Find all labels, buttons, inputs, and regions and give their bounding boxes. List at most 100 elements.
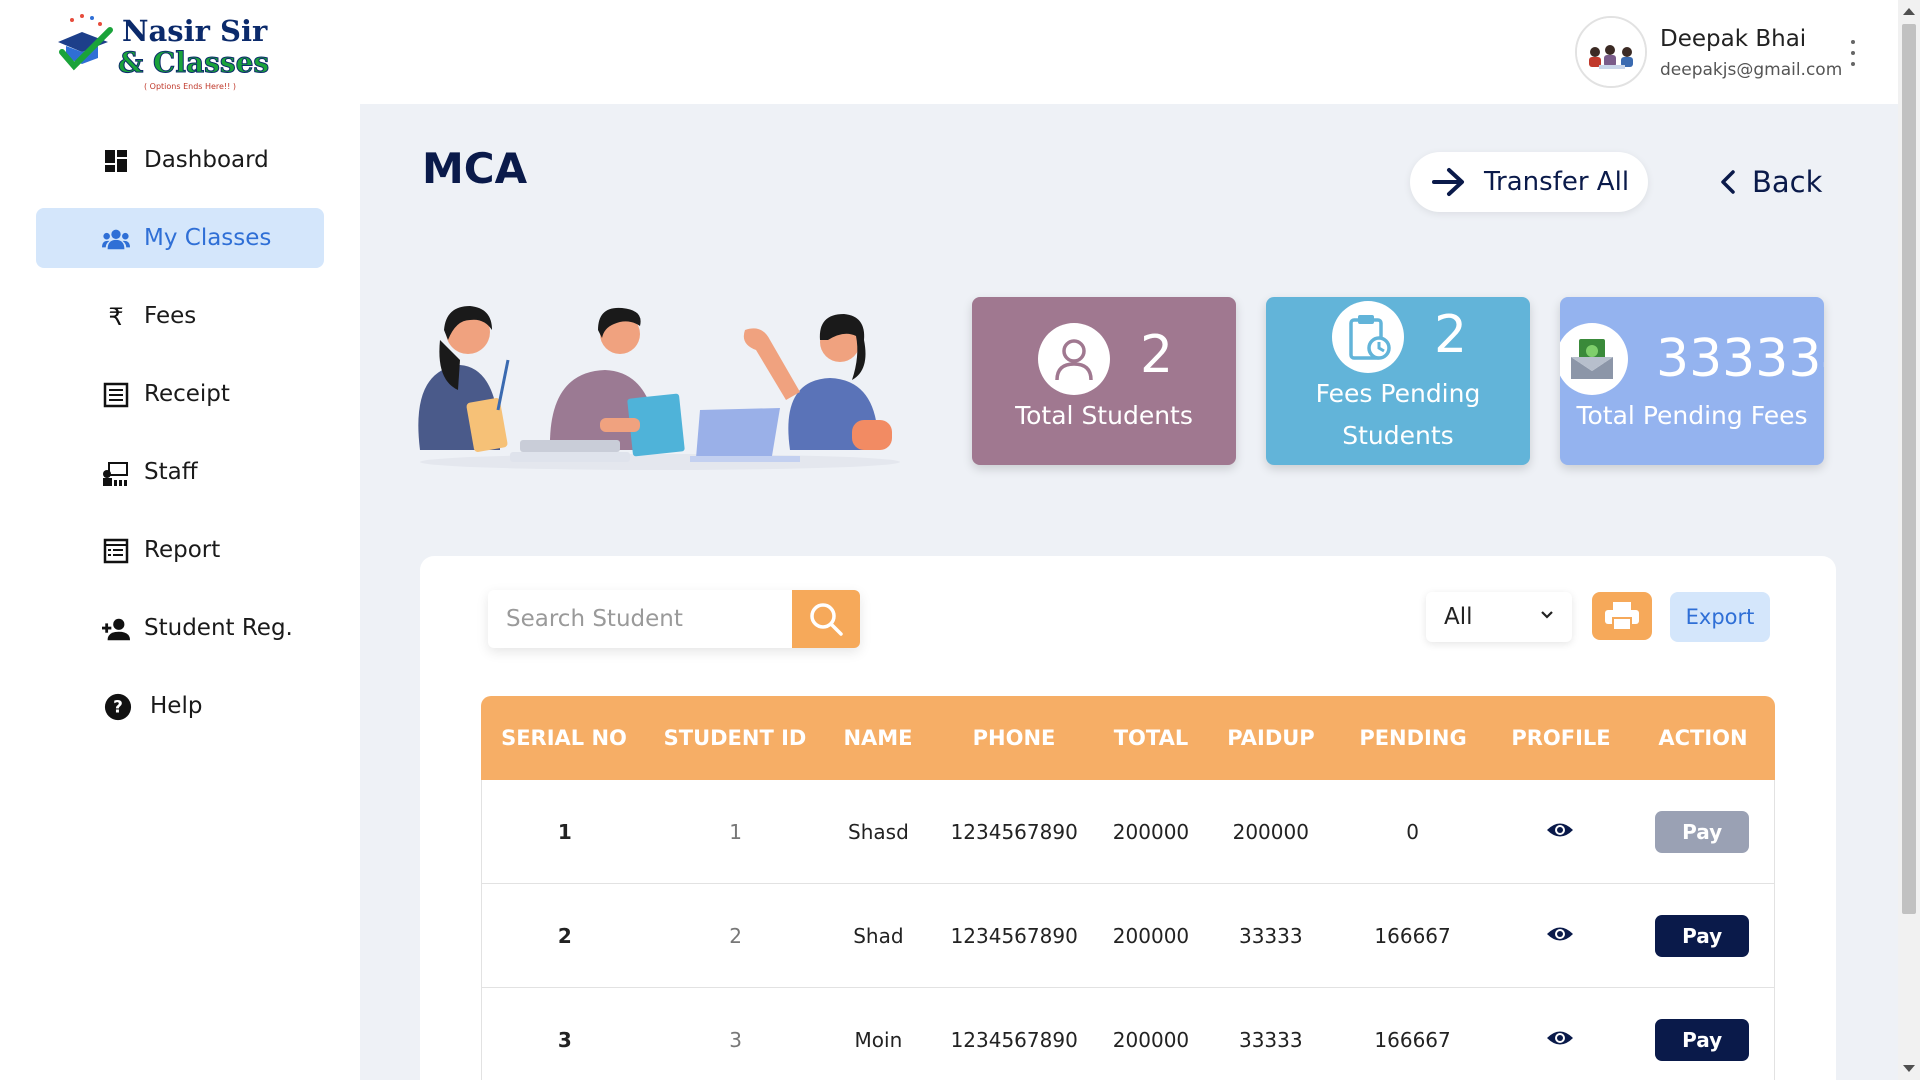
sidebar-item-student-reg[interactable]: Student Reg. bbox=[36, 598, 324, 658]
total-pending-fees-card: 333334 Total Pending Fees bbox=[1560, 297, 1824, 465]
column-header[interactable]: PROFILE bbox=[1491, 726, 1631, 750]
top-header bbox=[360, 0, 1898, 104]
eye-icon[interactable] bbox=[1546, 821, 1574, 839]
transfer-all-button[interactable]: Transfer All bbox=[1410, 152, 1648, 212]
sidebar-item-label: Dashboard bbox=[144, 147, 269, 173]
fees-pending-students-label-line2: Students bbox=[1342, 421, 1454, 450]
user-name: Deepak Bhai bbox=[1660, 26, 1807, 52]
search-box bbox=[488, 590, 860, 648]
sidebar-item-fees[interactable]: ₹ Fees bbox=[36, 286, 324, 346]
arrow-right-icon bbox=[1432, 168, 1464, 196]
total-cell: 200000 bbox=[1112, 923, 1190, 948]
scroll-down-arrow-icon[interactable] bbox=[1903, 1065, 1915, 1072]
scroll-up-arrow-icon[interactable] bbox=[1903, 8, 1915, 15]
serial-cell: 2 bbox=[557, 923, 572, 948]
sidebar-item-receipt[interactable]: Receipt bbox=[36, 364, 324, 424]
profile-cell bbox=[1490, 1028, 1630, 1052]
main-content: MCA Transfer All Back 2 Total Students 2… bbox=[360, 104, 1898, 1080]
table-row: 3 3 Moin 1234567890 200000 33333 166667 … bbox=[481, 988, 1775, 1080]
pending-cell: 166667 bbox=[1374, 923, 1451, 948]
fees-pending-students-value: 2 bbox=[1434, 305, 1468, 365]
column-header[interactable]: ACTION bbox=[1631, 726, 1775, 750]
clipboard-clock-icon bbox=[1332, 301, 1404, 373]
graduation-cap-icon bbox=[58, 14, 113, 71]
more-options-icon[interactable] bbox=[1846, 40, 1860, 66]
sidebar-item-label: Fees bbox=[144, 303, 197, 329]
filter-select[interactable]: All bbox=[1426, 592, 1572, 642]
sidebar-item-dashboard[interactable]: Dashboard bbox=[36, 130, 324, 190]
student-id-cell: 2 bbox=[729, 923, 742, 948]
sidebar-item-label: Help bbox=[150, 693, 203, 719]
sidebar-item-label: Receipt bbox=[144, 381, 230, 407]
filter-select-value: All bbox=[1444, 604, 1473, 630]
sidebar-item-label: Student Reg. bbox=[144, 615, 293, 641]
sidebar-item-help[interactable]: ? Help bbox=[36, 676, 324, 736]
profile-cell bbox=[1490, 820, 1630, 844]
page-title: MCA bbox=[422, 144, 528, 193]
avatar[interactable] bbox=[1575, 16, 1647, 88]
serial-cell: 1 bbox=[557, 819, 572, 844]
sidebar-nav: Dashboard My Classes ₹ Fees Receipt Staf… bbox=[36, 130, 324, 754]
search-icon bbox=[810, 603, 843, 636]
fees-pending-students-label-line1: Fees Pending bbox=[1315, 379, 1481, 408]
name-cell: Shasd bbox=[848, 819, 909, 844]
user-email: deepakjs@gmail.com bbox=[1660, 60, 1843, 80]
column-header[interactable]: STUDENT ID bbox=[647, 726, 823, 750]
total-pending-fees-label: Total Pending Fees bbox=[1576, 401, 1808, 430]
column-header[interactable]: TOTAL bbox=[1095, 726, 1207, 750]
vertical-scrollbar[interactable] bbox=[1898, 0, 1920, 1080]
student-id-cell: 3 bbox=[729, 1027, 742, 1052]
paidup-cell: 33333 bbox=[1238, 923, 1303, 948]
total-students-value: 2 bbox=[1140, 325, 1174, 385]
total-cell: 200000 bbox=[1112, 1027, 1190, 1052]
sidebar-item-my-classes[interactable]: My Classes bbox=[36, 208, 324, 268]
table-header: SERIAL NO STUDENT ID NAME PHONE TOTAL PA… bbox=[481, 696, 1775, 780]
help-icon: ? bbox=[104, 693, 132, 721]
sidebar-item-staff[interactable]: Staff bbox=[36, 442, 324, 502]
user-icon bbox=[1038, 323, 1110, 395]
action-cell: Pay bbox=[1630, 914, 1774, 957]
report-icon bbox=[102, 537, 130, 565]
brand-tagline: ( Options Ends Here!! ) bbox=[144, 82, 237, 91]
pay-button[interactable]: Pay bbox=[1655, 810, 1750, 853]
paidup-cell: 33333 bbox=[1238, 1027, 1303, 1052]
search-input[interactable] bbox=[488, 590, 792, 648]
total-students-card: 2 Total Students bbox=[972, 297, 1236, 465]
sidebar-item-label: My Classes bbox=[144, 225, 272, 251]
pay-button[interactable]: Pay bbox=[1655, 1018, 1750, 1061]
column-header[interactable]: PHONE bbox=[933, 726, 1095, 750]
print-button[interactable] bbox=[1592, 592, 1652, 640]
students-table: SERIAL NO STUDENT ID NAME PHONE TOTAL PA… bbox=[481, 696, 1775, 1080]
staff-icon bbox=[102, 459, 130, 487]
total-cell: 200000 bbox=[1112, 819, 1190, 844]
chevron-left-icon bbox=[1721, 170, 1735, 194]
brand-line1: Nasir Sir bbox=[122, 14, 268, 48]
profile-cell bbox=[1490, 924, 1630, 948]
column-header[interactable]: PAIDUP bbox=[1207, 726, 1335, 750]
students-studying-illustration bbox=[418, 306, 900, 470]
student-id-cell: 1 bbox=[729, 819, 742, 844]
receipt-icon bbox=[102, 381, 130, 409]
transfer-all-label: Transfer All bbox=[1484, 167, 1630, 197]
search-button[interactable] bbox=[792, 590, 860, 648]
back-label: Back bbox=[1752, 165, 1823, 199]
total-pending-fees-value: 333334 bbox=[1656, 329, 1824, 389]
rupee-icon: ₹ bbox=[108, 303, 124, 331]
pending-cell: 0 bbox=[1406, 819, 1419, 844]
sidebar-item-report[interactable]: Report bbox=[36, 520, 324, 580]
scrollbar-thumb[interactable] bbox=[1902, 24, 1916, 914]
export-button[interactable]: Export bbox=[1670, 592, 1770, 642]
eye-icon[interactable] bbox=[1546, 1029, 1574, 1047]
back-button[interactable]: Back bbox=[1720, 160, 1822, 204]
brand-line2: & Classes bbox=[117, 46, 270, 80]
column-header[interactable]: SERIAL NO bbox=[481, 726, 647, 750]
pay-button[interactable]: Pay bbox=[1655, 914, 1750, 957]
brand-logo[interactable]: Nasir Sir & Classes ( Options Ends Here!… bbox=[52, 12, 282, 98]
pending-cell: 166667 bbox=[1374, 1027, 1451, 1052]
phone-cell: 1234567890 bbox=[950, 1027, 1078, 1052]
name-cell: Shad bbox=[853, 923, 904, 948]
paidup-cell: 200000 bbox=[1232, 819, 1309, 844]
column-header[interactable]: PENDING bbox=[1335, 726, 1491, 750]
eye-icon[interactable] bbox=[1546, 925, 1574, 943]
column-header[interactable]: NAME bbox=[823, 726, 933, 750]
